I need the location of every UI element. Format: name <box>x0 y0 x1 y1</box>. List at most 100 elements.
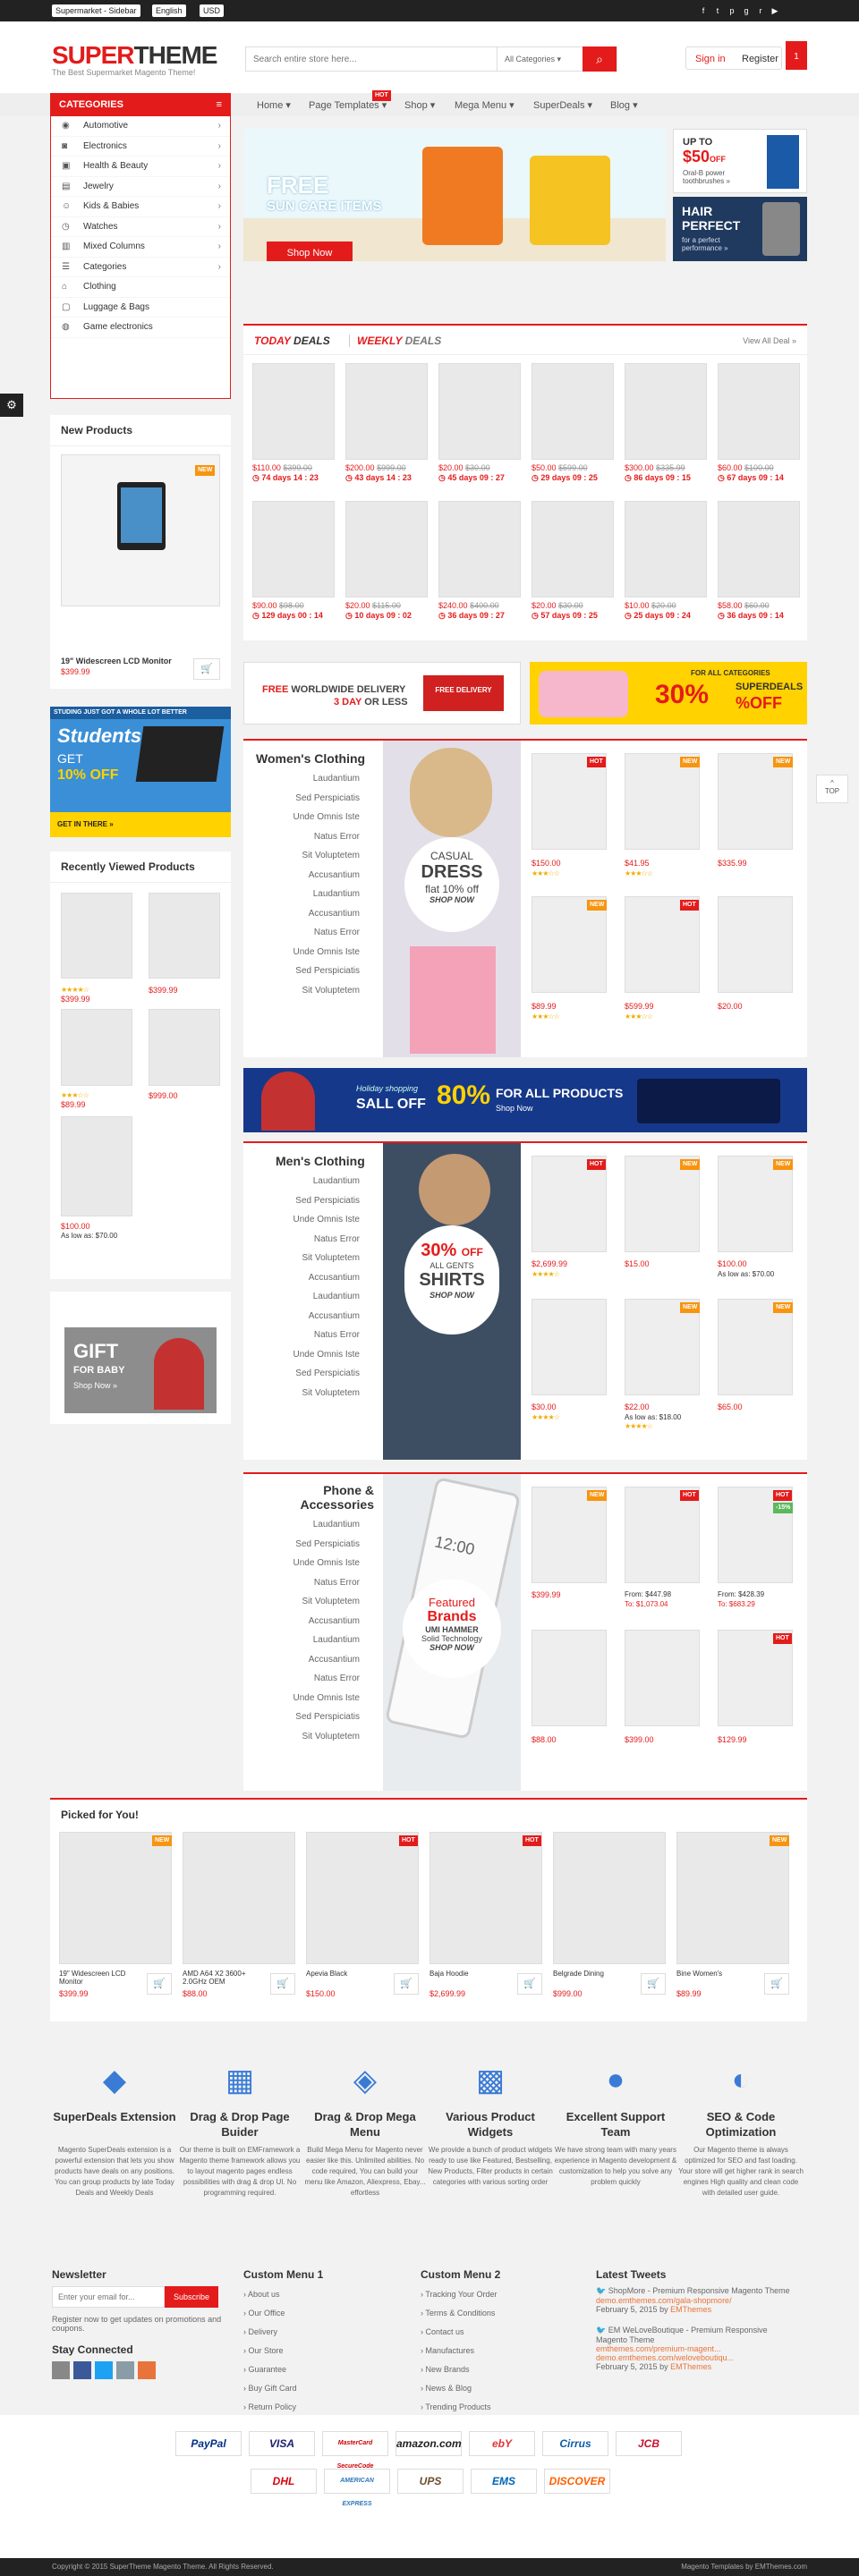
casual-dress-banner[interactable]: CASUAL DRESS flat 10% off SHOP NOW <box>383 741 521 1057</box>
superdeals-banner[interactable]: FOR ALL CATEGORIES 30% SUPERDEALS %OFF <box>530 662 807 724</box>
nav-blog[interactable]: Blog ▾ <box>610 99 638 111</box>
currency-select[interactable]: USD <box>200 4 225 17</box>
add-to-cart-button[interactable]: 🛒 <box>394 1973 419 1995</box>
subcategory-link[interactable]: Natus Error <box>243 827 369 847</box>
subcategory-link[interactable]: Accusantium <box>243 904 369 924</box>
add-to-cart-button[interactable]: 🛒 <box>147 1973 172 1995</box>
subcategory-link[interactable]: Natus Error <box>243 1230 369 1250</box>
subcategory-link[interactable]: Accusantium <box>243 1612 369 1631</box>
product-image[interactable] <box>532 1487 607 1583</box>
tab-weekly-deals[interactable]: WEEKLY DEALS <box>349 335 441 347</box>
product-image[interactable] <box>61 454 220 606</box>
recent-product-image[interactable] <box>61 893 132 979</box>
signin-link[interactable]: Sign in <box>695 54 726 64</box>
product-image[interactable] <box>718 1630 793 1726</box>
get-in-there-link[interactable]: GET IN THERE » <box>50 812 231 837</box>
mens-shirts-banner[interactable]: 30% OFF ALL GENTS SHIRTS SHOP NOW <box>383 1143 521 1460</box>
add-to-cart-button[interactable]: 🛒 <box>517 1973 542 1995</box>
subcategory-link[interactable]: Laudantium <box>243 1631 369 1650</box>
footer-link[interactable]: › Manufactures <box>421 2346 474 2355</box>
twitter-icon[interactable]: t <box>712 5 723 16</box>
subcategory-link[interactable]: Unde Omnis Iste <box>243 943 369 962</box>
subcategory-link[interactable]: Natus Error <box>243 923 369 943</box>
recent-product-image[interactable] <box>149 893 220 979</box>
shop-now-button[interactable]: Shop Now <box>267 242 353 261</box>
twitter-icon[interactable] <box>95 2361 113 2379</box>
footer-link[interactable]: › About us <box>243 2290 280 2299</box>
subcategory-link[interactable]: Sed Perspiciatis <box>243 1707 369 1727</box>
search-button[interactable]: ⌕ <box>583 47 617 72</box>
category-kids-babies[interactable]: ☺ Kids & Babies › <box>51 197 230 217</box>
back-to-top-button[interactable]: ^ TOP <box>816 775 848 803</box>
subcategory-link[interactable]: Sed Perspiciatis <box>243 1364 369 1384</box>
footer-link[interactable]: › Tracking Your Order <box>421 2290 498 2299</box>
subcategory-link[interactable]: Sit Voluptetem <box>243 1727 369 1747</box>
recent-product-image[interactable] <box>61 1116 132 1216</box>
product-image[interactable] <box>625 753 700 850</box>
deal-product-image[interactable] <box>438 501 521 597</box>
recent-product-image[interactable] <box>61 1009 132 1086</box>
product-image[interactable] <box>625 896 700 993</box>
newsletter-email-input[interactable] <box>52 2286 165 2308</box>
product-name[interactable]: Apevia Black <box>306 1970 388 1978</box>
subcategory-link[interactable]: Sit Voluptetem <box>243 981 369 1001</box>
subcategory-link[interactable]: Sit Voluptetem <box>243 1592 369 1612</box>
subcategory-link[interactable]: Laudantium <box>243 1172 369 1191</box>
product-image[interactable] <box>532 753 607 850</box>
cart-button[interactable]: 1 <box>786 41 807 70</box>
deal-product-image[interactable] <box>252 501 335 597</box>
deal-product-image[interactable] <box>345 363 428 460</box>
category-categories[interactable]: ☰ Categories › <box>51 258 230 277</box>
subcategory-link[interactable]: Accusantium <box>243 1268 369 1288</box>
product-name[interactable]: 19" Widescreen LCD Monitor <box>61 657 172 665</box>
categories-header[interactable]: CATEGORIES ≡ <box>50 93 231 116</box>
register-link[interactable]: Register <box>742 54 778 64</box>
category-luggage-bags[interactable]: ▢ Luggage & Bags <box>51 298 230 318</box>
deal-product-image[interactable] <box>625 501 707 597</box>
product-image[interactable] <box>718 896 793 993</box>
students-banner[interactable]: STUDING JUST GOT A WHOLE LOT BETTER Stud… <box>50 707 231 837</box>
product-name[interactable]: 19" Widescreen LCD Monitor <box>59 1970 141 1986</box>
deal-product-image[interactable] <box>532 363 614 460</box>
category-game-electronics[interactable]: ◍ Game electronics <box>51 318 230 338</box>
product-image[interactable] <box>59 1832 172 1964</box>
footer-link[interactable]: › Our Store <box>243 2346 284 2355</box>
search-input[interactable] <box>246 47 497 71</box>
social-share-icon[interactable] <box>52 2361 70 2379</box>
product-image[interactable] <box>532 1630 607 1726</box>
subcategory-link[interactable]: Laudantium <box>243 1287 369 1307</box>
product-image[interactable] <box>718 1156 793 1252</box>
subcategory-link[interactable]: Natus Error <box>243 1326 369 1345</box>
nav-mega-menu[interactable]: Mega Menu ▾ <box>455 99 515 111</box>
product-image[interactable] <box>532 896 607 993</box>
store-select[interactable]: Supermarket - Sidebar <box>52 4 140 17</box>
footer-link[interactable]: › New Brands <box>421 2365 470 2374</box>
category-jewelry[interactable]: ▤ Jewelry › <box>51 177 230 197</box>
subcategory-link[interactable]: Sit Voluptetem <box>243 1384 369 1403</box>
nav-shop[interactable]: Shop ▾ <box>404 99 435 111</box>
subcategory-link[interactable]: Sit Voluptetem <box>243 846 369 866</box>
add-to-cart-button[interactable]: 🛒 <box>764 1973 789 1995</box>
product-name[interactable]: Baja Hoodie <box>430 1970 512 1978</box>
product-image[interactable] <box>306 1832 419 1964</box>
product-image[interactable] <box>625 1487 700 1583</box>
product-name[interactable]: AMD A64 X2 3600+ 2.0GHz OEM <box>183 1970 265 1986</box>
footer-link[interactable]: › Delivery <box>243 2327 277 2336</box>
category-automotive[interactable]: ◉ Automotive › <box>51 116 230 137</box>
free-delivery-banner[interactable]: FREE WORLDWIDE DELIVERY 3 DAY OR LESS FR… <box>243 662 521 724</box>
footer-link[interactable]: › News & Blog <box>421 2384 472 2393</box>
product-image[interactable] <box>183 1832 295 1964</box>
subcategory-link[interactable]: Natus Error <box>243 1669 369 1689</box>
deal-product-image[interactable] <box>718 501 800 597</box>
category-electronics[interactable]: ◙ Electronics › <box>51 137 230 157</box>
add-to-cart-button[interactable]: 🛒 <box>193 658 220 680</box>
product-image[interactable] <box>553 1832 666 1964</box>
deal-product-image[interactable] <box>345 501 428 597</box>
add-to-cart-button[interactable]: 🛒 <box>641 1973 666 1995</box>
gift-banner[interactable]: GIFT FOR BABY Shop Now » <box>64 1327 217 1413</box>
subcategory-link[interactable]: Unde Omnis Iste <box>243 808 369 827</box>
category-mixed-columns[interactable]: ▥ Mixed Columns › <box>51 237 230 258</box>
subcategory-link[interactable]: Accusantium <box>243 1650 369 1670</box>
facebook-icon[interactable] <box>73 2361 91 2379</box>
product-name[interactable]: Belgrade Dining <box>553 1970 635 1978</box>
